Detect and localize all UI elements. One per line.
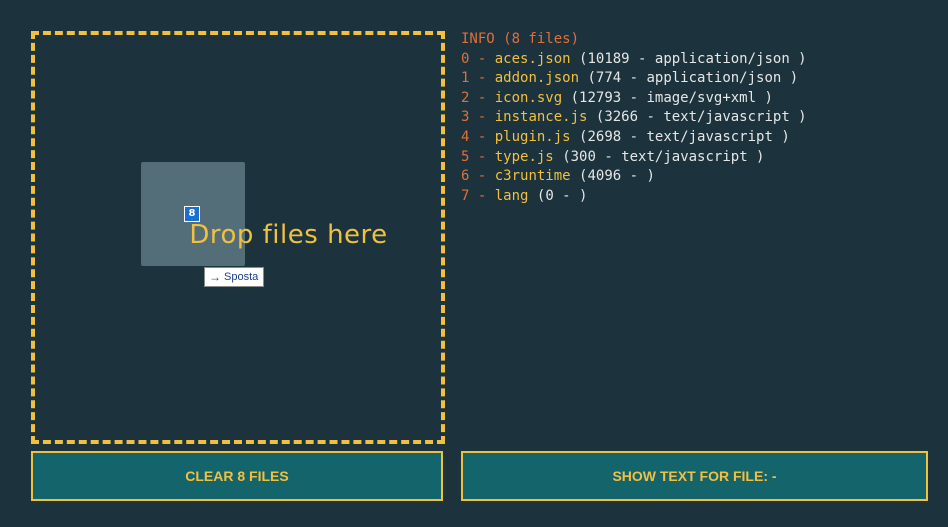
file-list-item: 5 - type.js (300 - text/javascript ) [461, 148, 807, 168]
file-list: 0 - aces.json (10189 - application/json … [461, 50, 807, 207]
file-name: c3runtime [494, 168, 571, 185]
file-list-item: 3 - instance.js (3266 - text/javascript … [461, 108, 807, 128]
file-meta: (12793 - image/svg+xml ) [570, 89, 773, 106]
clear-files-button[interactable]: CLEAR 8 FILES [31, 451, 443, 501]
file-name: lang [494, 187, 529, 204]
drag-operation-tooltip: → Sposta [204, 267, 265, 287]
arrow-right-icon: → [209, 270, 221, 284]
file-name: plugin.js [494, 128, 571, 145]
file-separator: - [469, 187, 495, 204]
file-list-item: 1 - addon.json (774 - application/json ) [461, 69, 807, 89]
file-name: icon.svg [494, 89, 563, 106]
file-list-item: 2 - icon.svg (12793 - image/svg+xml ) [461, 89, 807, 109]
file-separator: - [469, 168, 495, 185]
file-info-panel: INFO (8 files) 0 - aces.json (10189 - ap… [461, 30, 807, 206]
file-separator: - [469, 50, 495, 67]
file-separator: - [469, 148, 495, 165]
app-root: 8 Drop files here → Sposta INFO (8 files… [0, 0, 948, 527]
file-separator: - [469, 70, 495, 87]
drag-operation-label: Sposta [224, 271, 259, 283]
file-meta: (300 - text/javascript ) [562, 148, 765, 165]
file-list-item: 0 - aces.json (10189 - application/json … [461, 50, 807, 70]
info-title: INFO (8 files) [461, 31, 580, 47]
show-text-button[interactable]: SHOW TEXT FOR FILE: - [461, 451, 928, 501]
file-meta: (774 - application/json ) [587, 70, 799, 87]
file-separator: - [469, 128, 495, 145]
file-list-item: 4 - plugin.js (2698 - text/javascript ) [461, 128, 807, 148]
file-list-item: 7 - lang (0 - ) [461, 187, 807, 207]
file-meta: (3266 - text/javascript ) [595, 109, 807, 126]
file-name: type.js [494, 148, 554, 165]
drop-zone-label: Drop files here [189, 220, 388, 250]
file-meta: (2698 - text/javascript ) [579, 128, 790, 145]
file-name: addon.json [494, 70, 580, 87]
file-name: instance.js [494, 109, 588, 126]
file-separator: - [469, 89, 495, 106]
file-meta: (4096 - ) [579, 168, 655, 185]
file-meta: (0 - ) [536, 187, 588, 204]
file-separator: - [469, 109, 495, 126]
file-name: aces.json [494, 50, 571, 67]
file-drop-zone[interactable]: 8 Drop files here → Sposta [31, 31, 445, 444]
file-list-item: 6 - c3runtime (4096 - ) [461, 167, 807, 187]
file-meta: (10189 - application/json ) [579, 50, 807, 67]
